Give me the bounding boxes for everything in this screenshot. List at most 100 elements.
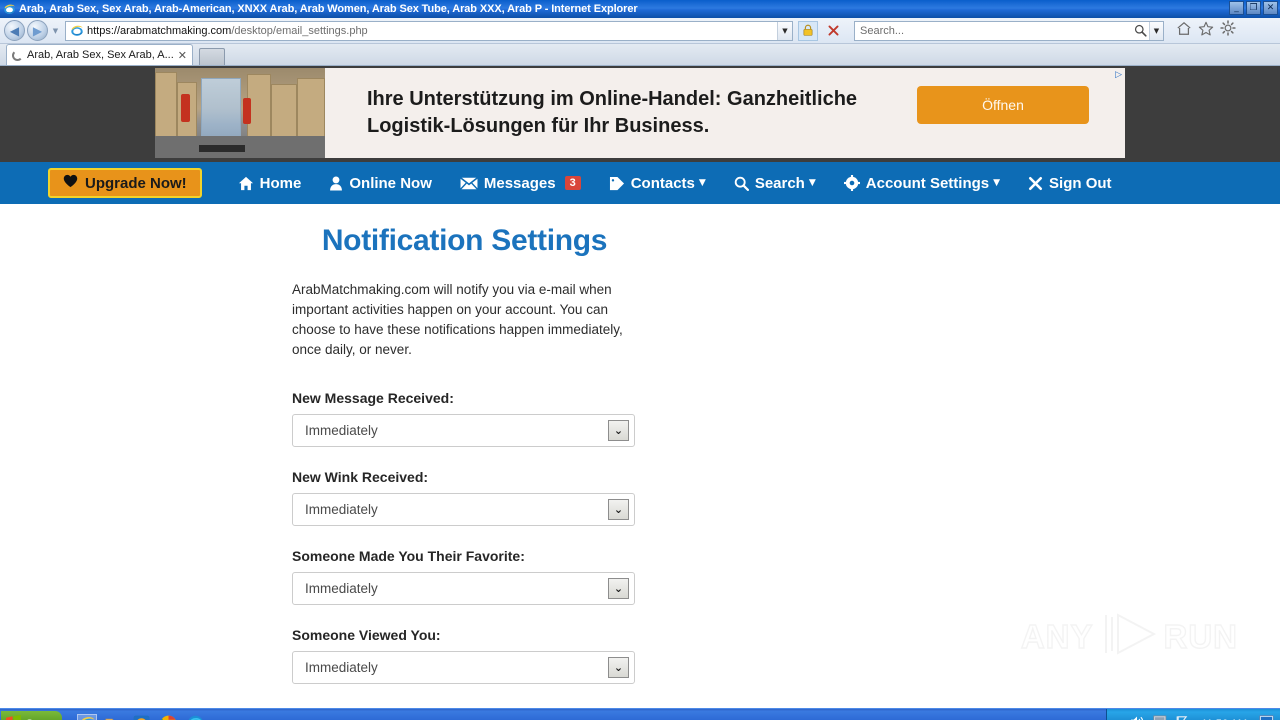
ad-headline-line1: Ihre Unterstützung im Online-Handel: Gan… <box>367 88 858 110</box>
chevron-down-icon: ▼ <box>698 178 706 188</box>
person-icon <box>329 175 343 191</box>
nav-item-label: Account Settings <box>865 174 990 192</box>
ad-headline: Ihre Unterstützung im Online-Handel: Gan… <box>367 86 912 140</box>
field-someone-viewed-you: Someone Viewed You: Immediately ⌄ <box>292 627 637 684</box>
url-path: /desktop/email_settings.php <box>231 24 368 37</box>
taskbar-item-file-explorer[interactable] <box>104 714 124 720</box>
field-label: Someone Made You Their Favorite: <box>292 548 525 564</box>
field-made-you-favorite: Someone Made You Their Favorite: Immedia… <box>292 548 637 605</box>
gear-icon <box>843 175 860 191</box>
chevron-down-icon: ▼ <box>993 178 1001 188</box>
nav-item-contacts[interactable]: Contacts ▼ <box>595 162 720 204</box>
history-dropdown-icon[interactable]: ▼ <box>50 21 61 41</box>
ad-banner[interactable]: Ihre Unterstützung im Online-Handel: Gan… <box>155 68 1125 158</box>
nav-item-home[interactable]: Home <box>224 162 316 204</box>
close-button[interactable]: ✕ <box>1263 1 1278 15</box>
flag-icon[interactable] <box>1175 715 1189 720</box>
show-desktop-icon[interactable] <box>1259 715 1274 720</box>
select-value: Immediately <box>305 502 378 517</box>
select-value: Immediately <box>305 423 378 438</box>
tag-icon <box>609 176 625 191</box>
start-button[interactable]: Start <box>1 710 63 720</box>
address-bar[interactable]: https://arabmatchmaking.com/desktop/emai… <box>65 20 793 41</box>
select-someone-viewed-you[interactable]: Immediately ⌄ <box>292 651 635 684</box>
close-x-icon <box>1028 176 1043 191</box>
watermark-text-right: RUN <box>1163 617 1238 655</box>
taskbar-item-internet-explorer[interactable] <box>77 713 98 720</box>
restore-button[interactable]: ❐ <box>1246 1 1261 15</box>
page-favicon-icon <box>70 24 84 38</box>
field-label: Someone Viewed You: <box>292 627 441 643</box>
url-host: arabmatchmaking.com <box>120 24 232 37</box>
nav-item-label: Contacts <box>630 174 695 192</box>
browser-search-input[interactable]: Search... <box>855 25 1131 37</box>
system-tray: « 11:56 AM <box>1105 709 1280 720</box>
loading-spinner-icon <box>12 49 23 61</box>
page-title: Notification Settings <box>321 224 608 257</box>
windows-taskbar: Start <box>0 708 1280 720</box>
adchoices-icon[interactable]: ▷ <box>1115 70 1122 80</box>
nav-item-messages[interactable]: Messages 3 <box>446 162 595 204</box>
browser-tab[interactable]: Arab, Arab Sex, Sex Arab, A... ✕ <box>6 44 193 65</box>
ad-open-button[interactable]: Öffnen <box>917 86 1089 124</box>
nav-item-label: Search <box>754 174 805 192</box>
chevron-down-icon[interactable]: ⌄ <box>608 420 629 441</box>
field-new-wink-received: New Wink Received: Immediately ⌄ <box>292 469 637 526</box>
intro-paragraph: ArabMatchmaking.com will notify you via … <box>292 282 623 357</box>
gear-icon[interactable] <box>1220 20 1236 41</box>
magnifier-icon <box>734 176 749 191</box>
select-new-wink-received[interactable]: Immediately ⌄ <box>292 493 635 526</box>
shield-warning-icon[interactable] <box>1153 715 1167 720</box>
lock-icon[interactable] <box>798 20 818 41</box>
heart-icon <box>63 174 78 192</box>
windows-flag-icon <box>6 715 21 720</box>
field-new-message-received: New Message Received: Immediately ⌄ <box>292 390 637 447</box>
address-dropdown-icon[interactable]: ▼ <box>777 21 792 40</box>
tab-close-icon[interactable]: ✕ <box>178 49 187 62</box>
ad-image <box>155 68 325 158</box>
nav-item-online-now[interactable]: Online Now <box>315 162 446 204</box>
browser-toolbar: ◀ ▶ ▼ https://arabmatchmaking.com/deskto… <box>0 18 1280 44</box>
back-button[interactable]: ◀ <box>4 20 25 41</box>
window-titlebar: Arab, Arab Sex, Sex Arab, Arab-American,… <box>0 0 1280 18</box>
nav-item-search[interactable]: Search ▼ <box>720 162 830 204</box>
search-engine-dropdown-icon[interactable]: ▼ <box>1149 21 1163 40</box>
taskbar-item-google-chrome[interactable] <box>158 714 178 720</box>
upgrade-now-label: Upgrade Now! <box>85 174 187 192</box>
stop-button[interactable] <box>823 21 843 41</box>
nav-item-account-settings[interactable]: Account Settings ▼ <box>830 162 1014 204</box>
nav-item-label: Messages <box>483 174 556 192</box>
select-made-you-favorite[interactable]: Immediately ⌄ <box>292 572 635 605</box>
forward-button[interactable]: ▶ <box>27 20 48 41</box>
browser-search-box[interactable]: Search... ▼ <box>854 20 1164 41</box>
select-value: Immediately <box>305 660 378 675</box>
chevron-down-icon[interactable]: ⌄ <box>608 499 629 520</box>
taskbar-items <box>71 713 205 720</box>
ad-strip: Ihre Unterstützung im Online-Handel: Gan… <box>0 66 1280 162</box>
star-icon[interactable] <box>1198 21 1214 41</box>
anyrun-watermark: ANY RUN <box>1020 611 1238 662</box>
watermark-text-left: ANY <box>1020 617 1094 655</box>
search-icon[interactable] <box>1131 24 1149 37</box>
internet-explorer-icon <box>3 3 16 16</box>
messages-badge: 3 <box>564 176 581 190</box>
page-content: Notification Settings ArabMatchmaking.co… <box>0 204 1280 684</box>
ad-content: Ihre Unterstützung im Online-Handel: Gan… <box>325 68 1125 158</box>
address-bar-url: https://arabmatchmaking.com/desktop/emai… <box>87 25 777 37</box>
upgrade-now-button[interactable]: Upgrade Now! <box>48 168 202 198</box>
watermark-play-icon <box>1098 611 1160 662</box>
select-new-message-received[interactable]: Immediately ⌄ <box>292 414 635 447</box>
chevron-down-icon[interactable]: ⌄ <box>608 657 629 678</box>
home-icon[interactable] <box>1176 21 1192 41</box>
page-viewport: Ihre Unterstützung im Online-Handel: Gan… <box>0 66 1280 708</box>
taskbar-item-media-player[interactable] <box>131 714 151 720</box>
minimize-button[interactable]: _ <box>1229 1 1244 15</box>
field-label: New Wink Received: <box>292 469 429 485</box>
taskbar-item-microsoft-edge[interactable] <box>185 714 205 720</box>
browser-right-buttons <box>1176 20 1236 41</box>
chevron-down-icon[interactable]: ⌄ <box>608 578 629 599</box>
nav-item-sign-out[interactable]: Sign Out <box>1014 162 1126 204</box>
site-navigation: Upgrade Now! Home Online Now Messages 3 … <box>0 162 1280 204</box>
new-tab-button[interactable] <box>198 48 225 65</box>
speaker-icon[interactable] <box>1130 715 1145 720</box>
